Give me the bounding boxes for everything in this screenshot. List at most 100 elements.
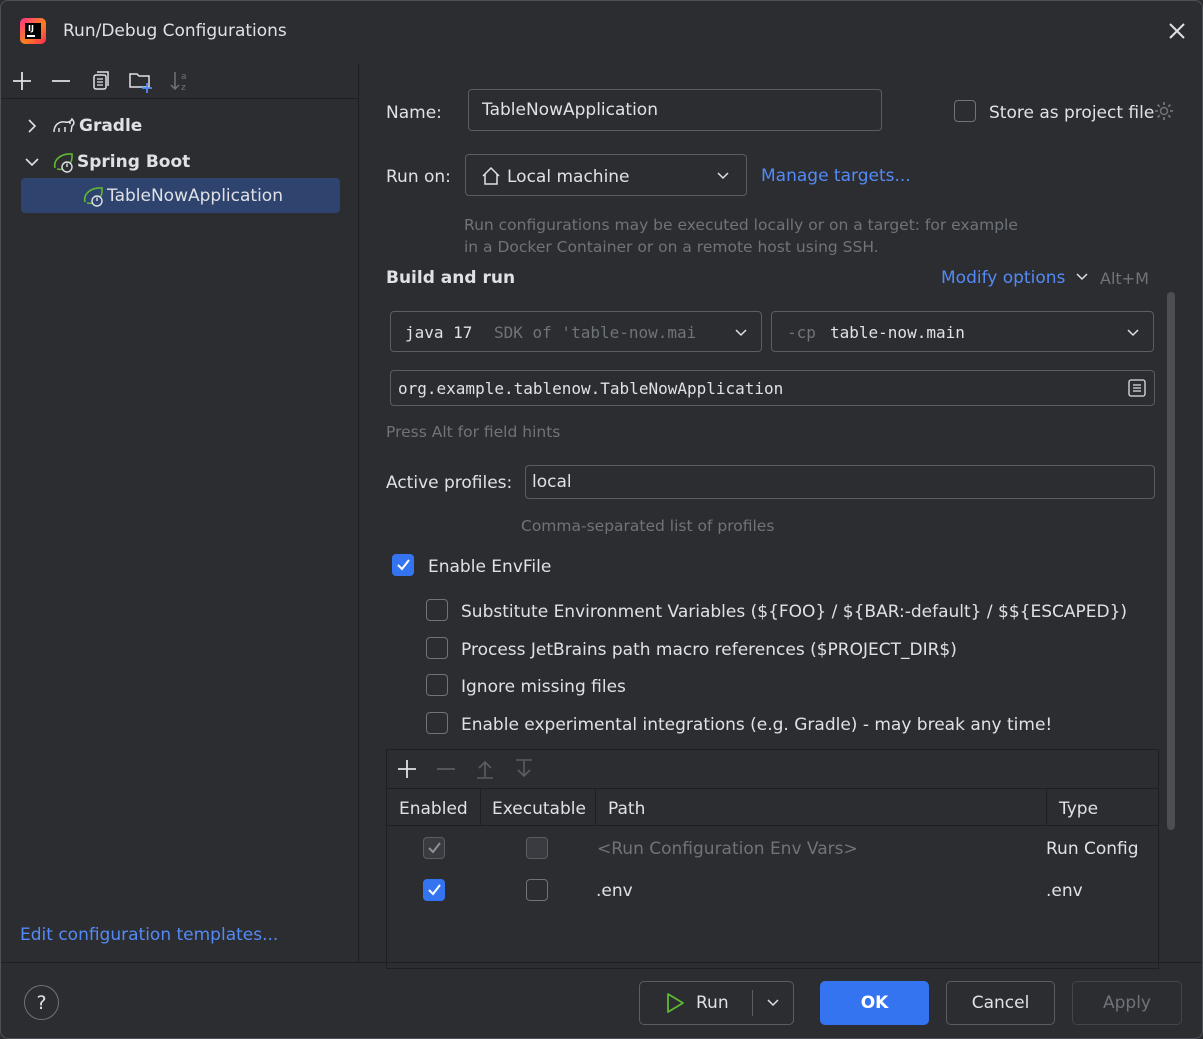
column-header-type[interactable]: Type [1059,799,1098,819]
build-and-run-heading: Build and run [386,268,516,288]
run-debug-configurations-dialog: IJ Run/Debug Configurations az Gradle Sp… [0,0,1203,1039]
svg-text:a: a [181,72,187,82]
row-type: .env [1046,881,1083,901]
chevron-down-icon [735,329,747,337]
enable-envfile-label: Enable EnvFile [428,557,552,577]
title-bar: IJ Run/Debug Configurations [1,1,1202,63]
substitute-env-vars-label: Substitute Environment Variables (${FOO}… [461,602,1128,622]
copy-icon [93,71,109,90]
tree-item-tablenowapplication[interactable]: TableNowApplication [21,178,340,213]
run-on-label: Run on: [386,167,451,187]
envfile-table-header: Enabled Executable Path Type [387,788,1158,826]
remove-env-file-button[interactable] [435,758,457,780]
column-header-path[interactable]: Path [608,799,645,819]
edit-configuration-templates-link[interactable]: Edit configuration templates... [20,925,278,945]
sort-alphabetical-icon: az [170,72,187,93]
modify-options-link[interactable]: Modify options [941,268,1089,288]
column-separator [1046,789,1047,825]
enable-envfile-checkbox[interactable] [392,554,414,576]
tree-item-label: TableNowApplication [107,185,283,206]
help-button[interactable]: ? [24,985,59,1020]
ignore-missing-files-checkbox[interactable] [426,674,448,696]
configurations-sidebar: az Gradle Spring Boot TableNowApplicatio… [1,63,359,962]
run-options-dropdown[interactable] [753,982,793,1024]
active-profiles-hint: Comma-separated list of profiles [521,517,775,535]
minus-icon [52,80,70,82]
name-input[interactable]: TableNowApplication [468,89,882,131]
process-path-macros-checkbox[interactable] [426,637,448,659]
gear-icon[interactable] [1153,100,1175,122]
copy-configuration-button[interactable] [89,69,113,93]
sidebar-toolbar: az [1,63,358,99]
manage-targets-link[interactable]: Manage targets... [761,166,911,186]
jdk-dropdown[interactable]: java 17 SDK of 'table-now.mai [390,311,762,352]
checkmark-icon [428,884,441,896]
active-profiles-value: local [532,472,572,492]
column-header-enabled[interactable]: Enabled [399,799,468,819]
svg-text:z: z [181,83,186,93]
chevron-down-icon [767,999,779,1007]
run-on-value: Local machine [507,167,630,187]
close-button[interactable] [1163,17,1191,45]
column-separator [595,789,596,825]
checkmark-icon [397,559,410,571]
intellij-logo-icon: IJ [20,18,46,44]
envfile-table-toolbar [387,750,1158,788]
row-type: Run Config [1046,839,1139,859]
row-enabled-checkbox [423,837,445,859]
move-down-button[interactable] [513,758,535,780]
play-icon [667,993,684,1013]
envfile-table-panel: Enabled Executable Path Type <Run Config… [386,749,1159,969]
main-class-input[interactable]: org.example.tablenow.TableNowApplication [390,370,1155,406]
classpath-module-dropdown[interactable]: -cp table-now.main [771,311,1154,352]
spring-boot-icon [53,153,73,173]
name-label: Name: [386,103,442,123]
ignore-missing-files-label: Ignore missing files [461,677,626,697]
window-title: Run/Debug Configurations [63,21,287,41]
add-env-file-button[interactable] [396,758,418,780]
field-hints-text: Press Alt for field hints [386,423,561,441]
run-on-hint-line-2: in a Docker Container or on a remote hos… [464,238,879,256]
store-as-project-file-label: Store as project file [989,103,1155,123]
run-on-hint-line-1: Run configurations may be executed local… [464,216,1018,234]
process-path-macros-label: Process JetBrains path macro references … [461,640,957,660]
new-folder-button[interactable] [128,69,152,93]
classpath-module: table-now.main [830,323,965,342]
dialog-footer: ? Run OK Cancel Apply [1,962,1202,1038]
apply-button[interactable]: Apply [1072,981,1182,1025]
vertical-scrollbar[interactable] [1167,292,1175,830]
chevron-down-icon [1076,273,1088,281]
sort-button[interactable]: az [168,69,192,93]
browse-class-icon[interactable] [1127,378,1147,398]
ok-button[interactable]: OK [820,981,929,1025]
row-executable-checkbox[interactable] [526,879,548,901]
table-row[interactable]: .env .env [387,870,1158,912]
folder-add-icon [129,73,152,93]
substitute-env-vars-checkbox[interactable] [426,599,448,621]
jdk-version: java 17 [405,323,473,342]
chevron-right-icon [28,119,37,133]
row-enabled-checkbox[interactable] [423,879,445,901]
add-configuration-button[interactable] [10,69,34,93]
tree-item-gradle[interactable]: Gradle [23,109,142,143]
table-row[interactable]: <Run Configuration Env Vars> Run Config [387,828,1158,870]
row-path: .env [596,881,633,901]
run-on-dropdown[interactable]: Local machine [465,154,747,196]
cancel-button[interactable]: Cancel [946,981,1055,1025]
move-up-button[interactable] [474,758,496,780]
tree-item-label: Gradle [79,116,143,136]
store-as-project-file-checkbox[interactable] [954,100,976,122]
active-profiles-label: Active profiles: [386,473,513,493]
experimental-integrations-checkbox[interactable] [426,712,448,734]
tree-item-spring-boot[interactable]: Spring Boot [23,145,190,179]
column-header-executable[interactable]: Executable [492,799,586,819]
chevron-down-icon [25,158,39,167]
modify-options-shortcut: Alt+M [1100,269,1149,288]
remove-configuration-button[interactable] [49,69,73,93]
run-button[interactable]: Run [640,982,752,1024]
active-profiles-input[interactable]: local [525,465,1155,499]
spring-boot-run-config-icon [83,186,103,207]
main-class-value: org.example.tablenow.TableNowApplication [398,379,784,398]
experimental-integrations-label: Enable experimental integrations (e.g. G… [461,715,1053,735]
row-path: <Run Configuration Env Vars> [597,839,858,859]
